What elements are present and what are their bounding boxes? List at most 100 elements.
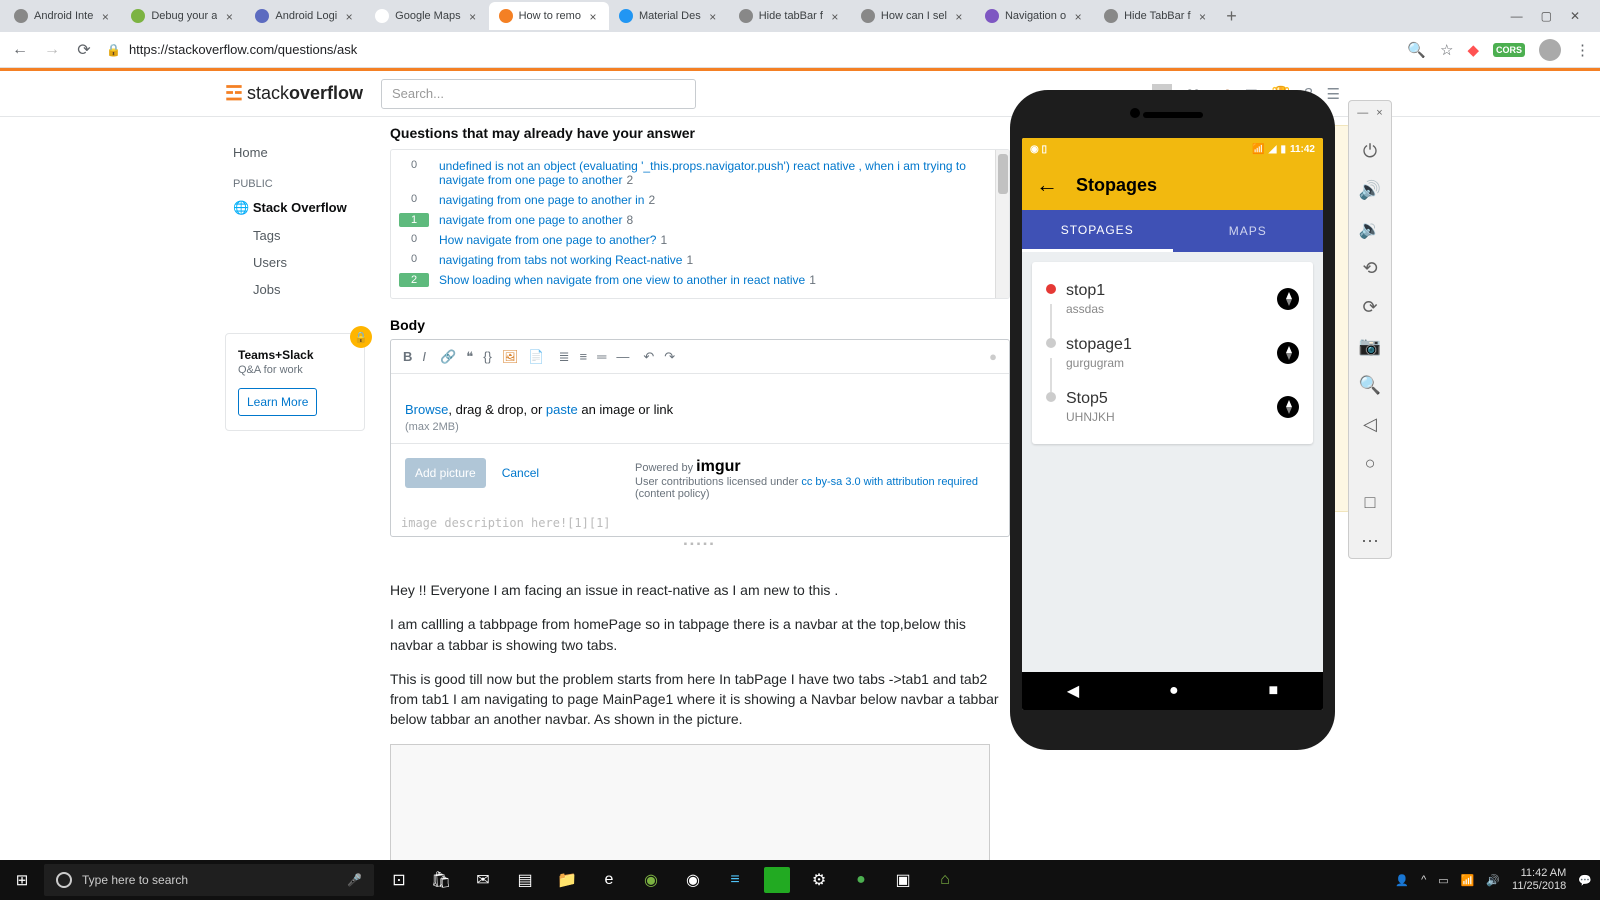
so-logo[interactable]: ☲ stackoverflow — [225, 81, 363, 106]
volume-tray-icon[interactable]: 🔊 — [1486, 874, 1500, 887]
zoom-icon[interactable]: 🔍 — [1359, 375, 1381, 396]
close-icon[interactable]: × — [467, 10, 479, 22]
rotate-left-icon[interactable]: ⟲ — [1362, 258, 1377, 279]
browser-tab[interactable]: Debug your a× — [121, 2, 245, 30]
tab-stopages[interactable]: STOPAGES — [1022, 210, 1173, 252]
settings-icon[interactable]: ⚙ — [806, 867, 832, 893]
browser-tab[interactable]: Hide tabBar f× — [729, 2, 851, 30]
wifi-tray-icon[interactable]: 📶 — [1461, 874, 1475, 887]
suggestion-row[interactable]: 1navigate from one page to another8 — [399, 210, 987, 230]
suggestion-row[interactable]: 0navigating from one page to another in2 — [399, 190, 987, 210]
back-key-icon[interactable]: ◁ — [1363, 414, 1377, 435]
volume-down-icon[interactable]: 🔉 — [1359, 219, 1381, 240]
compass-icon[interactable] — [1277, 342, 1299, 364]
sidebar-users[interactable]: Users — [225, 249, 390, 276]
snippet-icon[interactable]: 📄 — [528, 349, 544, 365]
ul-icon[interactable]: ≡ — [580, 349, 588, 365]
browse-link[interactable]: Browse — [405, 402, 448, 417]
paste-link[interactable]: paste — [546, 402, 578, 417]
sidebar-home[interactable]: Home — [225, 139, 390, 166]
power-icon[interactable]: ⏻ — [1363, 141, 1377, 162]
suggestion-row[interactable]: 0How navigate from one page to another?1 — [399, 230, 987, 250]
profile-avatar-icon[interactable] — [1539, 39, 1561, 61]
chrome-icon[interactable]: ◉ — [680, 867, 706, 893]
close-icon[interactable]: × — [99, 10, 111, 22]
upload-zone[interactable]: Browse, drag & drop, or paste an image o… — [391, 374, 1009, 443]
url-bar[interactable]: 🔒 https://stackoverflow.com/questions/as… — [106, 42, 1395, 57]
browser-tab[interactable]: Android Logi× — [245, 2, 365, 30]
emu-minimize-icon[interactable]: — — [1357, 107, 1368, 119]
tab-maps[interactable]: MAPS — [1173, 210, 1324, 252]
new-tab-button[interactable]: + — [1219, 6, 1245, 27]
quote-icon[interactable]: ❝ — [466, 349, 473, 365]
resize-handle[interactable]: ▪▪▪▪▪ — [390, 537, 1010, 552]
heading-icon[interactable]: ═ — [597, 349, 606, 365]
code-icon[interactable]: {} — [483, 349, 492, 365]
close-icon[interactable]: × — [829, 10, 841, 22]
screenshot-icon[interactable]: 📷 — [1359, 336, 1381, 357]
close-icon[interactable]: × — [1197, 10, 1209, 22]
content-policy-link[interactable]: (content policy) — [635, 488, 710, 500]
ol-icon[interactable]: ≣ — [559, 349, 570, 365]
home-key-icon[interactable]: ○ — [1365, 453, 1376, 474]
close-icon[interactable]: × — [343, 10, 355, 22]
minimize-icon[interactable]: — — [1511, 9, 1523, 23]
search-input[interactable]: Search... — [381, 79, 696, 109]
help-toggle-icon[interactable]: ● — [989, 349, 997, 364]
sidebar-stackoverflow[interactable]: 🌐 Stack Overflow — [225, 194, 390, 222]
mic-icon[interactable]: 🎤 — [347, 873, 362, 887]
vscode-icon[interactable]: ≡ — [722, 867, 748, 893]
people-icon[interactable]: 👤 — [1395, 874, 1409, 887]
italic-icon[interactable]: I — [422, 349, 426, 364]
browser-tab[interactable]: Android Inte× — [4, 2, 121, 30]
tray-chevron-icon[interactable]: ^ — [1421, 874, 1426, 886]
learn-more-button[interactable]: Learn More — [238, 388, 317, 416]
browser-tab[interactable]: Google Maps× — [365, 2, 488, 30]
emu-close-icon[interactable]: × — [1376, 107, 1382, 119]
reload-icon[interactable]: ⟳ — [74, 40, 94, 60]
notifications-icon[interactable]: 💬 — [1578, 874, 1592, 887]
hamburger-icon[interactable]: ☰ — [1327, 85, 1340, 103]
app-icon[interactable]: ● — [848, 867, 874, 893]
bookmark-icon[interactable]: ☆ — [1440, 41, 1453, 59]
close-icon[interactable]: × — [953, 10, 965, 22]
rotate-right-icon[interactable]: ⟳ — [1362, 297, 1377, 318]
back-icon[interactable]: ← — [10, 41, 30, 59]
bold-icon[interactable]: B — [403, 349, 412, 364]
suggestion-row[interactable]: 0undefined is not an object (evaluating … — [399, 156, 987, 190]
close-icon[interactable]: × — [1072, 10, 1084, 22]
close-window-icon[interactable]: ✕ — [1570, 9, 1580, 23]
forward-icon[interactable]: → — [42, 41, 62, 59]
back-arrow-icon[interactable]: ← — [1036, 172, 1058, 198]
app-icon[interactable]: ▤ — [512, 867, 538, 893]
suggestion-link[interactable]: How navigate from one page to another? — [439, 233, 656, 247]
extension-icon[interactable]: ◆ — [1467, 41, 1479, 59]
close-icon[interactable]: × — [587, 10, 599, 22]
app-icon[interactable] — [764, 867, 790, 893]
browser-tab-active[interactable]: How to remo× — [489, 2, 609, 30]
clock[interactable]: 11:42 AM 11/25/2018 — [1512, 867, 1566, 893]
close-icon[interactable]: × — [223, 10, 235, 22]
store-icon[interactable]: 🛍 — [428, 867, 454, 893]
stop-item[interactable]: Stop5UHNJKH — [1032, 380, 1313, 434]
license-link[interactable]: cc by-sa 3.0 with attribution required — [801, 476, 978, 488]
start-button[interactable]: ⊞ — [0, 871, 44, 889]
sidebar-tags[interactable]: Tags — [225, 222, 390, 249]
hr-icon[interactable]: — — [616, 349, 629, 365]
nav-back-icon[interactable]: ◀ — [1067, 681, 1079, 701]
android-studio-icon[interactable]: ◉ — [638, 867, 664, 893]
browser-tab[interactable]: Hide TabBar f× — [1094, 2, 1218, 30]
explorer-icon[interactable]: 📁 — [554, 867, 580, 893]
compass-icon[interactable] — [1277, 288, 1299, 310]
stop-item[interactable]: stopage1gurgugram — [1032, 326, 1313, 380]
suggestion-row[interactable]: 2Show loading when navigate from one vie… — [399, 270, 987, 290]
suggestion-link[interactable]: Show loading when navigate from one view… — [439, 273, 805, 287]
compass-icon[interactable] — [1277, 396, 1299, 418]
suggestion-link[interactable]: navigating from one page to another in — [439, 193, 644, 207]
add-picture-button[interactable]: Add picture — [405, 458, 486, 488]
avd-icon[interactable]: ⌂ — [932, 867, 958, 893]
mail-icon[interactable]: ✉ — [470, 867, 496, 893]
close-icon[interactable]: × — [707, 10, 719, 22]
link-icon[interactable]: 🔗 — [440, 349, 456, 365]
stop-item[interactable]: stop1assdas — [1032, 272, 1313, 326]
